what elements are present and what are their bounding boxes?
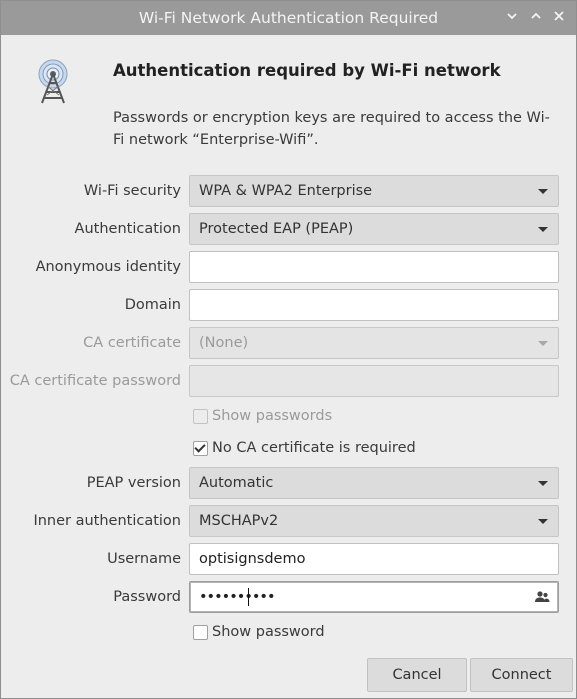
wifi-security-label: Wi-Fi security — [83, 183, 181, 199]
password-label: Password — [113, 589, 181, 605]
dialog-description: Passwords or encryption keys are require… — [113, 110, 550, 148]
dropdown-arrow-icon — [538, 481, 548, 486]
window-title: Wi-Fi Network Authentication Required — [138, 9, 439, 27]
connect-button[interactable]: Connect — [470, 658, 573, 692]
dropdown-arrow-icon — [538, 519, 548, 524]
no-ca-required-label: No CA certificate is required — [212, 440, 416, 456]
inner-authentication-value: MSCHAPv2 — [199, 513, 279, 529]
anonymous-identity-label: Anonymous identity — [35, 259, 181, 275]
wireless-network-icon — [31, 59, 75, 105]
checkbox-box — [193, 409, 208, 424]
inner-authentication-combo[interactable]: MSCHAPv2 — [189, 505, 559, 537]
username-value: optisignsdemo — [199, 551, 306, 567]
password-input[interactable]: •••••••••• — [189, 581, 559, 613]
authentication-combo[interactable]: Protected EAP (PEAP) — [189, 213, 559, 245]
ca-certificate-value: (None) — [199, 335, 249, 351]
peap-version-label: PEAP version — [86, 475, 181, 491]
title-bar[interactable]: Wi-Fi Network Authentication Required — [1, 1, 576, 35]
close-icon[interactable] — [550, 9, 568, 27]
chevron-down-icon[interactable] — [503, 9, 521, 27]
ca-certificate-combo: (None) — [189, 327, 559, 359]
peap-version-combo[interactable]: Automatic — [189, 467, 559, 499]
dropdown-arrow-icon — [538, 227, 548, 232]
domain-label: Domain — [124, 297, 181, 313]
wifi-security-combo[interactable]: WPA & WPA2 Enterprise — [189, 175, 559, 207]
ca-certificate-password-label: CA certificate password — [9, 373, 181, 389]
dialog-heading: Authentication required by Wi-Fi network — [113, 61, 501, 80]
dropdown-arrow-icon — [538, 189, 548, 194]
ca-certificate-password-input — [189, 365, 559, 397]
authentication-label: Authentication — [74, 221, 181, 237]
ca-certificate-label: CA certificate — [83, 335, 181, 351]
inner-authentication-label: Inner authentication — [33, 513, 181, 529]
show-password-label: Show password — [212, 624, 325, 640]
show-passwords-label: Show passwords — [212, 408, 333, 424]
domain-input[interactable] — [189, 289, 559, 321]
text-caret — [248, 588, 249, 606]
checkbox-checked-icon[interactable] — [193, 441, 208, 456]
peap-version-value: Automatic — [199, 475, 274, 491]
username-label: Username — [107, 551, 181, 567]
password-value: •••••••••• — [199, 589, 276, 605]
auth-dialog: Wi-Fi Network Authentication Required Au… — [0, 0, 577, 699]
anonymous-identity-input[interactable] — [189, 251, 559, 283]
username-input[interactable]: optisignsdemo — [189, 543, 559, 575]
chevron-up-icon[interactable] — [527, 9, 545, 27]
user-group-icon[interactable] — [534, 589, 550, 605]
authentication-value: Protected EAP (PEAP) — [199, 221, 354, 237]
cancel-button[interactable]: Cancel — [367, 658, 467, 692]
wifi-security-value: WPA & WPA2 Enterprise — [199, 183, 373, 199]
checkbox-box[interactable] — [193, 625, 208, 640]
dropdown-arrow-icon — [538, 341, 548, 346]
